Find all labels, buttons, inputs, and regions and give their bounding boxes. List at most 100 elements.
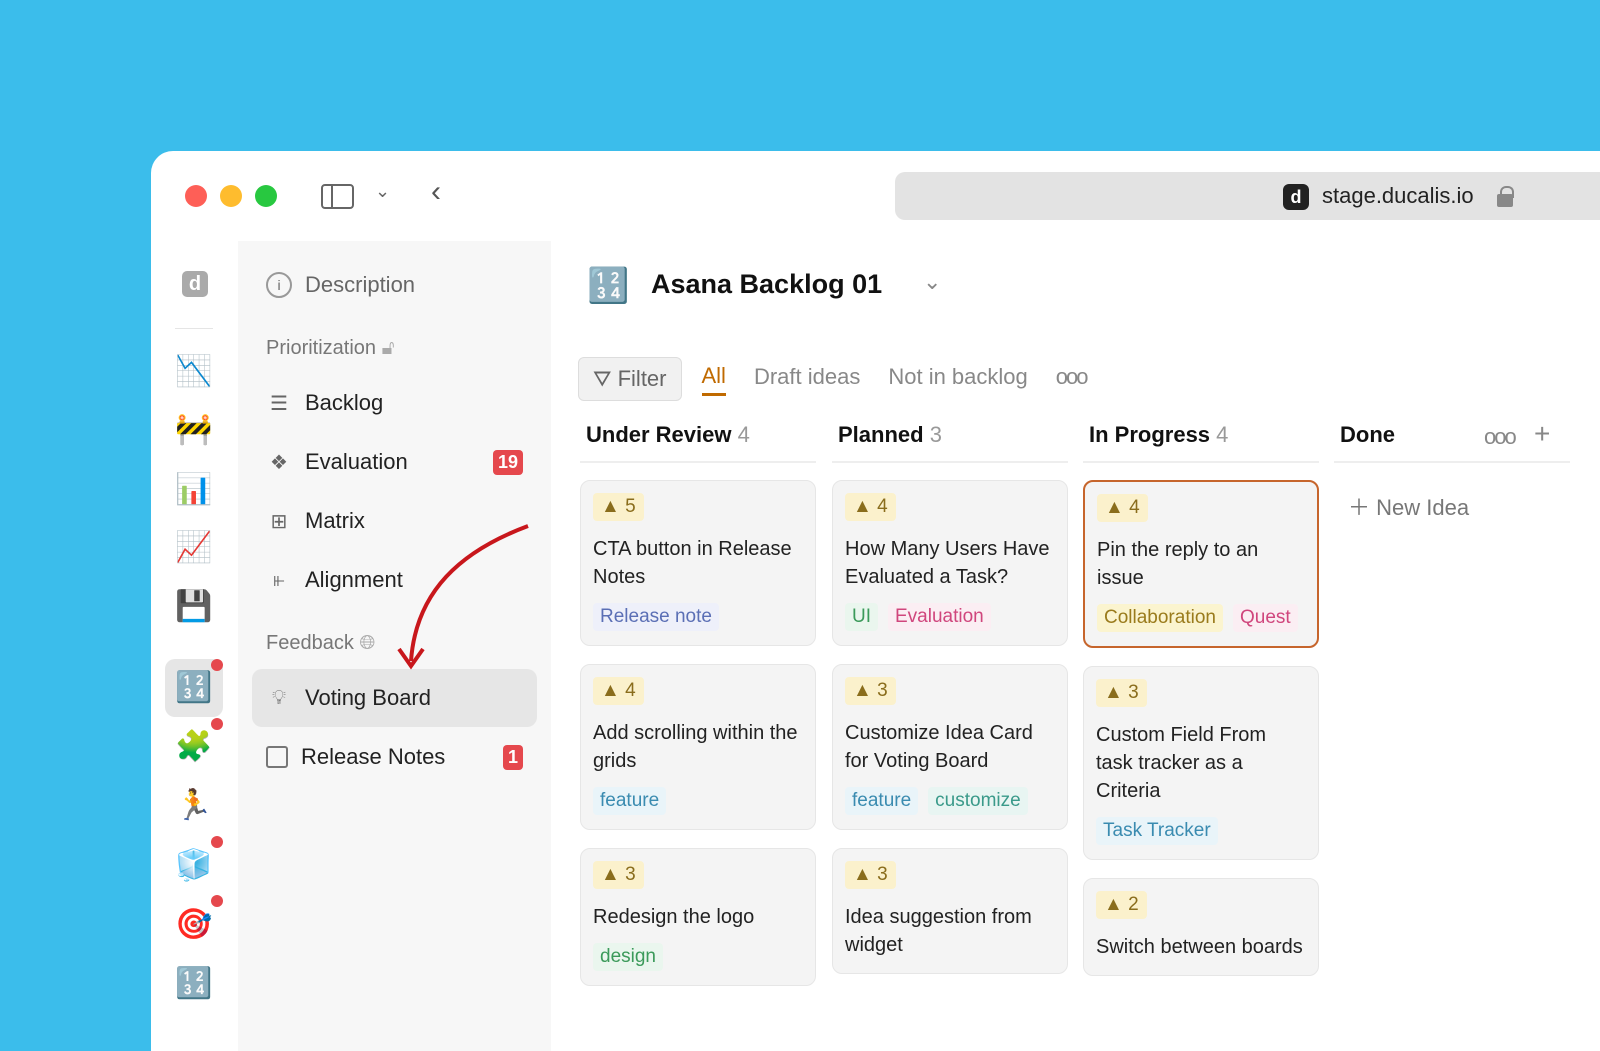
url-text: stage.ducalis.io: [1322, 183, 1474, 208]
vote-badge[interactable]: ▲ 5: [593, 493, 644, 521]
card-tags: feature: [593, 787, 803, 815]
column-in-progress: In Progress 4 ▲ 4 Pin the reply to an issu…: [1083, 422, 1319, 976]
upvote-icon: ▲: [1104, 894, 1123, 915]
chevron-down-icon[interactable]: ⌄: [375, 181, 390, 202]
card-title: Add scrolling within the grids: [593, 722, 798, 772]
tag[interactable]: feature: [845, 787, 919, 815]
idea-card[interactable]: ▲ 4 Add scrolling within the grids feature: [580, 664, 816, 830]
close-window-button[interactable]: [185, 185, 207, 207]
new-idea-label: New Idea: [1376, 495, 1470, 520]
tag[interactable]: Task Tracker: [1096, 817, 1218, 845]
upvote-icon: ▲: [853, 680, 872, 701]
idea-card[interactable]: ▲ 4 How Many Users Have Evaluated a Task?…: [832, 480, 1068, 646]
vote-badge[interactable]: ▲ 3: [845, 677, 896, 705]
column-header: Planned 3: [832, 422, 1068, 463]
vote-count: 3: [877, 680, 888, 701]
upvote-icon: ▲: [853, 496, 872, 517]
column-done: Done ooo + ＋ New Idea: [1334, 418, 1570, 532]
upvote-icon: ▲: [853, 864, 872, 885]
idea-card[interactable]: ▲ 4 Pin the reply to an issue Collaboratio…: [1083, 480, 1319, 648]
ducalis-logo[interactable]: d: [182, 271, 208, 297]
numbers-icon[interactable]: 🔢: [175, 965, 213, 1003]
card-tags: UI Evaluation: [845, 603, 1055, 631]
idea-card[interactable]: ▲ 3 Customize Idea Card for Voting Board f…: [832, 664, 1068, 830]
info-icon: i: [266, 272, 292, 298]
browser-window: ⌄ ‹ d stage.ducalis.io d 📉 🚧 📊 📈 💾 🔢 🧩 🏃…: [151, 151, 1600, 1051]
tag[interactable]: Release note: [593, 603, 719, 631]
column-under-review: Under Review 4 ▲ 5 CTA button in Release N…: [580, 422, 816, 986]
plus-icon: ＋: [1348, 495, 1371, 520]
vote-count: 3: [1128, 682, 1139, 703]
card-title: CTA button in Release Notes: [593, 538, 792, 588]
construction-icon[interactable]: 🚧: [175, 411, 213, 449]
column-more-icon[interactable]: ooo: [1484, 424, 1517, 450]
idea-card[interactable]: ▲ 2 Switch between boards: [1083, 878, 1319, 976]
notification-dot: [211, 718, 223, 730]
lightbulb-icon: 💡︎: [272, 686, 286, 709]
column-header: In Progress 4: [1083, 422, 1319, 463]
sidebar-item-evaluation[interactable]: ❖ Evaluation 19: [252, 433, 537, 491]
idea-card[interactable]: ▲ 3 Custom Field From task tracker as a C…: [1083, 666, 1319, 860]
sidebar-item-description[interactable]: i Description: [252, 256, 537, 314]
minimize-window-button[interactable]: [220, 185, 242, 207]
sidebar-item-label: Voting Board: [305, 685, 431, 710]
column-count: 4: [1216, 422, 1229, 447]
ice-cube-icon[interactable]: 🧊: [175, 847, 213, 885]
tab-draft-ideas[interactable]: Draft ideas: [754, 364, 860, 394]
tag[interactable]: feature: [593, 787, 667, 815]
upvote-icon: ▲: [601, 864, 620, 885]
idea-card[interactable]: ▲ 3 Redesign the logo design: [580, 848, 816, 986]
tab-all[interactable]: All: [701, 363, 726, 396]
idea-card[interactable]: ▲ 3 Idea suggestion from widget: [832, 848, 1068, 974]
sidebar-item-backlog[interactable]: ☰ Backlog: [252, 374, 537, 432]
maximize-window-button[interactable]: [255, 185, 277, 207]
card-title: Custom Field From task tracker as a Crit…: [1096, 724, 1267, 802]
annotation-arrow: [397, 524, 529, 670]
tag[interactable]: customize: [928, 787, 1028, 815]
sidebar-item-label: Evaluation: [305, 449, 408, 474]
numbers-icon[interactable]: 🔢: [175, 669, 213, 707]
tag[interactable]: Quest: [1232, 604, 1298, 632]
vote-badge[interactable]: ▲ 3: [1096, 679, 1147, 707]
target-icon[interactable]: 🎯: [175, 906, 213, 944]
tag[interactable]: design: [593, 943, 663, 971]
vote-badge[interactable]: ▲ 3: [845, 861, 896, 889]
address-bar[interactable]: d stage.ducalis.io: [895, 172, 1600, 220]
vote-badge[interactable]: ▲ 2: [1096, 891, 1147, 919]
more-tabs-icon[interactable]: ooo: [1056, 364, 1089, 394]
vote-badge[interactable]: ▲ 4: [845, 493, 896, 521]
card-title: Customize Idea Card for Voting Board: [845, 722, 1033, 772]
upvote-icon: ▲: [601, 496, 620, 517]
idea-card[interactable]: ▲ 5 CTA button in Release Notes Release no…: [580, 480, 816, 646]
column-title: Planned: [838, 422, 924, 447]
column-title: Done: [1340, 422, 1395, 447]
runner-icon[interactable]: 🏃: [175, 787, 213, 825]
card-title: Idea suggestion from widget: [845, 906, 1032, 956]
filter-button[interactable]: ⛛ Filter: [578, 357, 682, 401]
card-tags: Release note: [593, 603, 803, 631]
new-idea-button[interactable]: ＋ New Idea: [1334, 480, 1570, 532]
tag[interactable]: Collaboration: [1097, 604, 1223, 632]
card-tags: feature customize: [845, 787, 1055, 815]
sidebar-item-release-notes[interactable]: Release Notes 1: [252, 728, 537, 786]
chart-down-icon[interactable]: 📉: [175, 353, 213, 391]
project-dropdown-chevron-icon[interactable]: ⌄: [923, 269, 941, 295]
notification-dot: [211, 659, 223, 671]
column-header: Under Review 4: [580, 422, 816, 463]
numbered-list-icon: ☰: [270, 392, 288, 415]
tag[interactable]: Evaluation: [888, 603, 991, 631]
sidebar-toggle-icon[interactable]: [321, 184, 354, 209]
unlock-icon[interactable]: 🔓︎: [382, 337, 395, 359]
back-icon[interactable]: ‹: [431, 175, 441, 209]
vote-badge[interactable]: ▲ 4: [593, 677, 644, 705]
floppy-disk-icon[interactable]: 💾: [175, 588, 213, 626]
puzzle-icon[interactable]: 🧩: [175, 728, 213, 766]
vote-badge[interactable]: ▲ 3: [593, 861, 644, 889]
card-title: Switch between boards: [1096, 936, 1303, 958]
bar-chart-icon[interactable]: 📊: [175, 471, 213, 509]
add-column-icon[interactable]: +: [1534, 418, 1550, 450]
vote-badge[interactable]: ▲ 4: [1097, 494, 1148, 522]
tag[interactable]: UI: [845, 603, 878, 631]
chart-up-icon[interactable]: 📈: [175, 529, 213, 567]
tab-not-in-backlog[interactable]: Not in backlog: [888, 364, 1027, 394]
